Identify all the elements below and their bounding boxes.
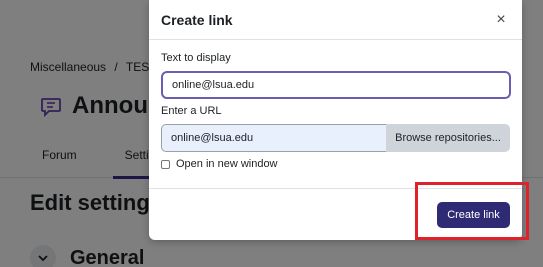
new-window-checkbox[interactable] <box>161 159 170 169</box>
dialog-header: Create link × <box>149 0 522 40</box>
new-window-label: Open in new window <box>176 158 278 170</box>
url-input[interactable]: online@lsua.edu <box>161 124 386 152</box>
text-to-display-label: Text to display <box>161 52 231 64</box>
dialog-title: Create link <box>161 11 233 28</box>
browse-repositories-button[interactable]: Browse repositories... <box>386 124 510 152</box>
url-input-group: online@lsua.edu Browse repositories... <box>161 124 510 152</box>
dialog-body: Text to display online@lsua.edu Enter a … <box>149 40 522 182</box>
url-label: Enter a URL <box>161 105 222 117</box>
close-icon[interactable]: × <box>492 11 510 29</box>
new-window-option[interactable]: Open in new window <box>161 158 510 170</box>
text-to-display-input[interactable]: online@lsua.edu <box>161 71 511 99</box>
highlight-box <box>415 182 529 240</box>
